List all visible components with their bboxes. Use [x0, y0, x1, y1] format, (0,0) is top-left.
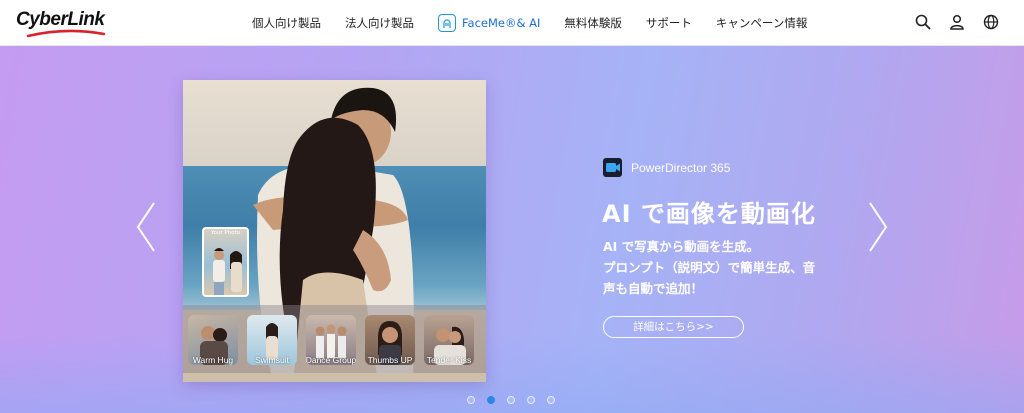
hero-headline: AI で画像を動画化: [602, 200, 816, 228]
nav-campaigns[interactable]: キャンペーン情報: [704, 0, 819, 46]
hero-image-card: Your Photo Warm Hug Swimsuit Dance Group…: [183, 80, 486, 382]
thumbnail-tender-kiss[interactable]: Tender Kiss: [424, 315, 474, 365]
nav-business-products[interactable]: 法人向け製品: [333, 0, 426, 46]
thumbnail-warm-hug[interactable]: Warm Hug: [188, 315, 238, 365]
logo-text: CyberLink: [16, 9, 105, 30]
thumbnail-thumbs-up[interactable]: Thumbs UP: [365, 315, 415, 365]
card-bottom-strip: [183, 373, 486, 382]
search-icon[interactable]: [914, 13, 932, 31]
carousel-dot[interactable]: [527, 396, 535, 404]
carousel-prev-arrow-icon[interactable]: [134, 201, 158, 253]
main-nav: 個人向け製品 法人向け製品 FaceMe®& AI 無料体験版 サポート キャン…: [240, 0, 819, 46]
thumbnail-label: Tender Kiss: [426, 355, 472, 365]
your-photo-image: [213, 248, 242, 295]
header-icons: [914, 13, 1000, 31]
carousel-dot[interactable]: [547, 396, 555, 404]
globe-icon[interactable]: [982, 13, 1000, 31]
thumbnail-label: Swimsuit: [254, 355, 289, 365]
cyberlink-logo[interactable]: CyberLink: [16, 7, 108, 39]
nav-personal-products[interactable]: 個人向け製品: [240, 0, 333, 46]
site-header: CyberLink 個人向け製品 法人向け製品 FaceMe®& AI 無料体験…: [0, 0, 1024, 46]
thumbnail-swimsuit[interactable]: Swimsuit: [247, 315, 297, 365]
thumbnail-label: Thumbs UP: [367, 355, 413, 365]
hero-banner: Your Photo Warm Hug Swimsuit Dance Group…: [0, 46, 1024, 413]
nav-support[interactable]: サポート: [634, 0, 704, 46]
carousel-dots: [467, 396, 555, 404]
your-photo-inset: Your Photo: [202, 227, 249, 297]
carousel-dot-active[interactable]: [487, 396, 495, 404]
thumbnail-label: Warm Hug: [192, 355, 234, 365]
faceme-icon: [438, 14, 456, 32]
carousel-next-arrow-icon[interactable]: [866, 201, 890, 253]
carousel-dot[interactable]: [507, 396, 515, 404]
details-button[interactable]: 詳細はこちら>>: [603, 316, 744, 338]
user-icon[interactable]: [948, 13, 966, 31]
nav-faceme-ai[interactable]: FaceMe®& AI: [426, 0, 552, 46]
thumbnail-dance-group[interactable]: Dance Group: [306, 315, 356, 365]
thumbnail-strip: Warm Hug Swimsuit Dance Group Thumbs UP …: [183, 305, 486, 373]
nav-faceme-label: FaceMe®& AI: [462, 16, 541, 30]
hero-description-line: プロンプト（説明文）で簡単生成、音: [603, 260, 816, 275]
powerdirector-icon: [603, 158, 622, 177]
thumbnail-label: Dance Group: [306, 355, 356, 365]
your-photo-label: Your Photo: [210, 230, 241, 236]
hero-description: AI で写真から動画を生成。 プロンプト（説明文）で簡単生成、音 声も自動で追加…: [603, 236, 853, 299]
product-name: PowerDirector 365: [631, 160, 731, 175]
hero-description-line: AI で写真から動画を生成。: [603, 239, 760, 254]
product-line: PowerDirector 365: [603, 158, 730, 177]
nav-free-trial[interactable]: 無料体験版: [552, 0, 634, 46]
hero-description-line: 声も自動で追加！: [603, 281, 704, 296]
carousel-dot[interactable]: [467, 396, 475, 404]
logo-swoosh-icon: [26, 29, 106, 38]
